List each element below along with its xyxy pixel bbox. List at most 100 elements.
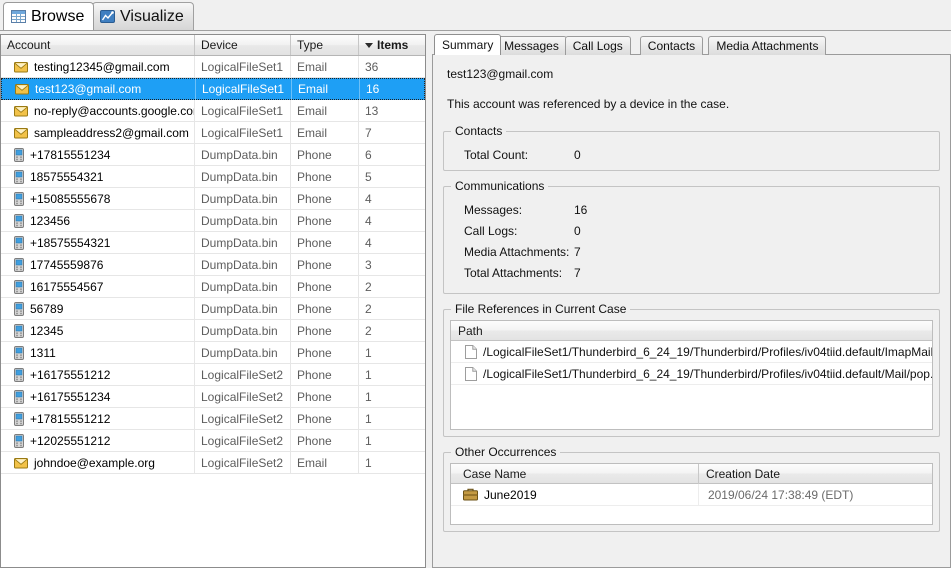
briefcase-icon — [463, 488, 478, 501]
table-row[interactable]: 56789 DumpData.bin Phone 2 — [1, 297, 425, 320]
table-row[interactable]: +16175551212 LogicalFileSet2 Phone 1 — [1, 363, 425, 386]
summary-tab-content: test123@gmail.com This account was refer… — [432, 55, 951, 568]
column-header-creation-date[interactable]: Creation Date — [699, 464, 932, 484]
cell-items: 16 — [366, 82, 380, 96]
table-row[interactable]: 16175554567 DumpData.bin Phone 2 — [1, 275, 425, 298]
cell-account: +16175551212 — [1, 363, 195, 386]
detail-tab-contacts[interactable]: Contacts — [639, 36, 704, 55]
detail-tab-messages[interactable]: Messages — [496, 36, 567, 55]
envelope-icon — [15, 83, 29, 95]
cell-type: Phone — [291, 275, 359, 298]
cell-items: 3 — [365, 257, 372, 272]
cell-items: 13 — [365, 103, 379, 118]
table-row[interactable]: sampleaddress2@gmail.com LogicalFileSet1 E… — [1, 121, 425, 144]
table-row[interactable]: +16175551234 LogicalFileSet2 Phone 1 — [1, 385, 425, 408]
detail-tab-label: Media Attachments — [716, 39, 819, 53]
cell-account: 18575554321 — [1, 165, 195, 188]
cell-path: /LogicalFileSet1/Thunderbird_6_24_19/Thu… — [451, 363, 932, 384]
contacts-group: Contacts Total Count: 0 — [443, 124, 940, 171]
cell-device: DumpData.bin — [195, 209, 291, 232]
contacts-group-title: Contacts — [451, 124, 507, 138]
cell-account-label: johndoe@example.org — [34, 455, 155, 470]
column-header-case-name[interactable]: Case Name — [451, 463, 699, 484]
column-header-account[interactable]: Account — [1, 35, 195, 55]
column-header-device-label: Device — [201, 38, 238, 52]
envelope-icon — [14, 457, 28, 469]
cell-account: 12345 — [1, 319, 195, 342]
table-row[interactable]: 17745559876 DumpData.bin Phone 3 — [1, 253, 425, 276]
cell-account: 1311 — [1, 341, 195, 364]
cell-account: test123@gmail.com — [2, 78, 196, 100]
phone-icon — [14, 257, 24, 272]
column-header-creation-date-label: Creation Date — [705, 466, 780, 481]
cell-device: DumpData.bin — [195, 319, 291, 342]
cell-account-label: +18575554321 — [30, 235, 111, 250]
list-item[interactable]: /LogicalFileSet1/Thunderbird_6_24_19/Thu… — [451, 341, 932, 363]
document-icon — [465, 344, 477, 359]
cell-type: Phone — [291, 407, 359, 430]
cell-account: sampleaddress2@gmail.com — [1, 121, 195, 144]
cell-items: 2 — [365, 301, 372, 316]
file-references-table-header: Path — [451, 321, 932, 341]
table-row[interactable]: johndoe@example.org LogicalFileSet2 Email 1 — [1, 451, 425, 474]
list-item[interactable]: /LogicalFileSet1/Thunderbird_6_24_19/Thu… — [451, 363, 932, 385]
column-header-items[interactable]: Items — [359, 35, 423, 55]
table-row[interactable]: June2019 2019/06/24 17:38:49 (EDT) — [451, 484, 932, 506]
detail-tab-label: Call Logs — [572, 39, 623, 53]
table-row[interactable]: 12345 DumpData.bin Phone 2 — [1, 319, 425, 342]
table-row[interactable]: no-reply@accounts.google.com LogicalFileS… — [1, 99, 425, 122]
table-row[interactable]: 123456 DumpData.bin Phone 4 — [1, 209, 425, 232]
account-browser-window: Browse Visualize Account Device Type Ite… — [0, 0, 951, 568]
communications-row: Messages: 16 — [452, 199, 931, 220]
column-header-device[interactable]: Device — [195, 35, 291, 55]
tab-visualize[interactable]: Visualize — [92, 2, 194, 30]
communications-row: Media Attachments: 7 — [452, 241, 931, 262]
detail-tab-bar: Summary Messages Call Logs Contacts Media At… — [432, 34, 951, 55]
phone-icon — [14, 345, 24, 360]
cell-path: /LogicalFileSet1/Thunderbird_6_24_19/Thu… — [451, 341, 932, 362]
table-row[interactable]: +17815551234 DumpData.bin Phone 6 — [1, 143, 425, 166]
table-row[interactable]: +18575554321 DumpData.bin Phone 4 — [1, 231, 425, 254]
cell-device: LogicalFileSet1 — [196, 78, 292, 100]
table-row[interactable]: +17815551212 LogicalFileSet2 Phone 1 — [1, 407, 425, 430]
accounts-table-body: testing12345@gmail.com LogicalFileSet1 Ema… — [1, 55, 425, 567]
table-row[interactable]: +15085555678 DumpData.bin Phone 4 — [1, 187, 425, 210]
phone-icon — [14, 279, 24, 294]
detail-tab-label: Messages — [504, 39, 559, 53]
cell-account-label: +17815551234 — [30, 147, 111, 162]
column-header-path[interactable]: Path — [451, 321, 932, 341]
table-row[interactable]: +12025551212 LogicalFileSet2 Phone 1 — [1, 429, 425, 452]
cell-items: 5 — [365, 169, 372, 184]
cell-account-label: no-reply@accounts.google.com — [34, 103, 195, 118]
communications-group: Communications Messages: 16 Call Logs: 0 Med… — [443, 179, 940, 294]
detail-tab-summary[interactable]: Summary — [434, 34, 502, 55]
tab-browse[interactable]: Browse — [3, 2, 95, 30]
cell-account-label: 12345 — [30, 323, 64, 338]
envelope-icon — [14, 105, 28, 117]
table-row[interactable]: 1311 DumpData.bin Phone 1 — [1, 341, 425, 364]
table-row[interactable]: test123@gmail.com LogicalFileSet1 Email 16 — [1, 78, 425, 100]
cell-type: Phone — [291, 363, 359, 386]
table-row[interactable]: 18575554321 DumpData.bin Phone 5 — [1, 165, 425, 188]
cell-account-label: 17745559876 — [30, 257, 104, 272]
cell-type: Phone — [291, 297, 359, 320]
cell-account-label: 18575554321 — [30, 169, 104, 184]
contacts-total-count-value: 0 — [574, 147, 581, 162]
table-row[interactable]: testing12345@gmail.com LogicalFileSet1 Ema… — [1, 55, 425, 78]
phone-icon — [14, 323, 24, 338]
file-references-group-title: File References in Current Case — [451, 302, 631, 316]
other-occurrences-table-header: Case Name Creation Date — [451, 463, 932, 484]
envelope-icon — [14, 61, 28, 73]
cell-account: 16175554567 — [1, 275, 195, 298]
cell-device: DumpData.bin — [195, 187, 291, 210]
cell-account: testing12345@gmail.com — [1, 55, 195, 78]
tab-browse-label: Browse — [31, 7, 85, 25]
cell-case-name: June2019 — [451, 484, 699, 505]
accounts-table-header: Account Device Type Items — [1, 35, 425, 56]
cell-type: Phone — [291, 231, 359, 254]
cell-account-label: +16175551234 — [30, 389, 111, 404]
detail-tab-label: Summary — [442, 38, 494, 52]
detail-tab-call-logs[interactable]: Call Logs — [564, 36, 631, 55]
detail-tab-media-attachments[interactable]: Media Attachments — [708, 36, 827, 55]
column-header-type[interactable]: Type — [291, 35, 359, 55]
